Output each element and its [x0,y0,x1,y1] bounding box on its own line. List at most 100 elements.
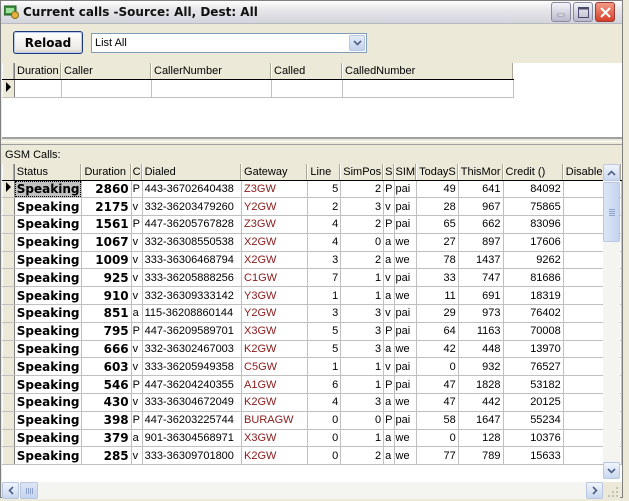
cell-c[interactable]: P [131,215,143,234]
calls-new-row[interactable] [2,78,514,98]
cell-status[interactable]: Speaking [14,286,83,306]
cell-thismonth[interactable]: 641 [458,180,504,199]
cell-simpos[interactable]: 3 [340,340,385,359]
gsm-table-row[interactable]: Speaking 285 v 333-36309701800 K2GW 0 2 a we 77 78… [2,446,622,466]
cell-duration[interactable]: 2860 [81,180,132,199]
cell-sim[interactable]: we [394,393,418,412]
cell-s[interactable]: P [383,215,395,234]
cell-credit[interactable]: 81686 [503,268,564,288]
cell-credit[interactable]: 13970 [503,340,564,359]
cell-status[interactable]: Speaking [14,429,83,448]
cell-c[interactable]: v [131,393,143,412]
reload-button[interactable]: Reload [13,31,83,54]
cell-todays[interactable]: 49 [416,180,459,199]
cell-s[interactable]: a [383,446,395,466]
minimize-button[interactable] [551,2,571,22]
column-header-c[interactable]: C [131,164,143,181]
cell-duration[interactable]: 603 [81,357,132,377]
cell-simpos[interactable]: 1 [340,357,385,377]
cell-simpos[interactable]: 2 [340,251,385,270]
column-header-dialed[interactable]: Dialed [142,164,243,181]
cell-simpos[interactable]: 3 [340,322,385,341]
cell-dialed[interactable]: 332-36308550538 [142,233,243,252]
cell-sim[interactable]: we [394,286,418,306]
cell-simpos[interactable]: 0 [340,233,385,252]
title-bar[interactable]: Current calls -Source: All, Dest: All [1,1,622,24]
cell-sim[interactable]: pai [394,375,418,395]
row-selector[interactable] [2,232,15,252]
cell-status[interactable]: Speaking [14,215,83,234]
cell-credit[interactable]: 53182 [503,375,564,395]
cell-simpos[interactable]: 1 [340,375,385,395]
gsm-table-row[interactable]: Speaking 603 v 333-36205949358 C5GW 1 1 v pai 0 93… [2,357,622,377]
dropdown-button[interactable] [349,35,365,51]
cell-todays[interactable]: 0 [416,429,459,448]
cell-todays[interactable]: 28 [416,197,459,217]
gsm-table-row[interactable]: Speaking 1067 v 332-36308550538 X2GW 4 0 a we 27 8… [2,232,622,252]
cell-simpos[interactable]: 2 [340,215,385,234]
gsm-table-row[interactable]: Speaking 2175 v 332-36203479260 Y2GW 2 3 v pai 28… [2,197,622,217]
cell-c[interactable]: v [131,268,143,288]
cell-gateway[interactable]: X2GW [241,233,309,252]
scroll-left-button[interactable] [2,482,19,499]
cell-sim[interactable]: pai [394,197,418,217]
cell-credit[interactable]: 9262 [503,251,564,270]
cell-duration[interactable]: 925 [81,268,132,288]
row-selector[interactable] [2,250,15,270]
cell-c[interactable]: P [131,180,143,199]
gsm-table-row[interactable]: Speaking 910 v 332-36309333142 Y3GW 1 1 a we 11 69… [2,286,622,306]
cell-todays[interactable]: 58 [416,411,459,430]
cell-s[interactable]: P [383,375,395,395]
maximize-button[interactable] [573,2,593,22]
cell-s[interactable]: v [383,304,395,323]
cell-duration[interactable]: 285 [81,446,132,466]
cell-dialed[interactable]: 332-36203479260 [142,197,243,217]
cell-line[interactable]: 0 [307,429,342,448]
cell-duration[interactable]: 546 [81,375,132,395]
cell-line[interactable]: 3 [307,251,342,270]
cell-dialed[interactable]: 447-36205767828 [142,215,243,234]
cell-thismonth[interactable]: 662 [458,215,504,234]
scroll-up-button[interactable] [603,164,620,181]
cell-todays[interactable]: 33 [416,268,459,288]
row-selector[interactable] [2,304,15,323]
cell-gateway[interactable]: Y2GW [241,197,309,217]
gsm-table-row[interactable]: Speaking 379 a 901-36304568971 X3GW 0 1 a we 0 128… [2,428,622,448]
cell-called[interactable] [271,79,343,98]
cell-todays[interactable]: 42 [416,340,459,359]
cell-status[interactable]: Speaking [14,268,83,288]
cell-sim[interactable]: we [394,429,418,448]
column-header-sim[interactable]: SIM [394,164,418,181]
row-selector[interactable] [2,215,15,234]
cell-thismonth[interactable]: 1437 [458,251,504,270]
cell-status[interactable]: Speaking [14,233,83,252]
cell-thismonth[interactable]: 1163 [458,322,504,341]
close-button[interactable] [595,2,615,22]
cell-gateway[interactable]: X3GW [241,322,309,341]
column-header-called[interactable]: Called [271,63,343,80]
cell-simpos[interactable]: 1 [340,286,385,306]
cell-s[interactable]: a [383,340,395,359]
row-selector[interactable] [2,375,15,395]
cell-todays[interactable]: 11 [416,286,459,306]
cell-credit[interactable]: 15633 [503,446,564,466]
cell-dialed[interactable]: 333-36309701800 [142,446,243,466]
cell-c[interactable]: v [131,233,143,252]
cell-line[interactable]: 5 [307,322,342,341]
cell-duration[interactable]: 851 [81,304,132,323]
cell-s[interactable]: a [383,286,395,306]
row-selector[interactable] [2,446,15,466]
cell-simpos[interactable]: 1 [340,429,385,448]
cell-sim[interactable]: pai [394,180,418,199]
cell-status[interactable]: Speaking [14,411,83,430]
column-header-thismonth[interactable]: ThisMor [458,164,504,181]
column-header-status[interactable]: Status [14,164,83,181]
horizontal-scrollbar[interactable] [2,482,603,499]
cell-gateway[interactable]: K2GW [241,446,309,466]
cell-credit[interactable]: 75865 [503,197,564,217]
cell-status[interactable]: Speaking [14,304,83,323]
cell-gateway[interactable]: Y2GW [241,304,309,323]
row-selector[interactable] [2,428,15,448]
column-header-caller[interactable]: Caller [61,63,152,80]
cell-todays[interactable]: 77 [416,446,459,466]
